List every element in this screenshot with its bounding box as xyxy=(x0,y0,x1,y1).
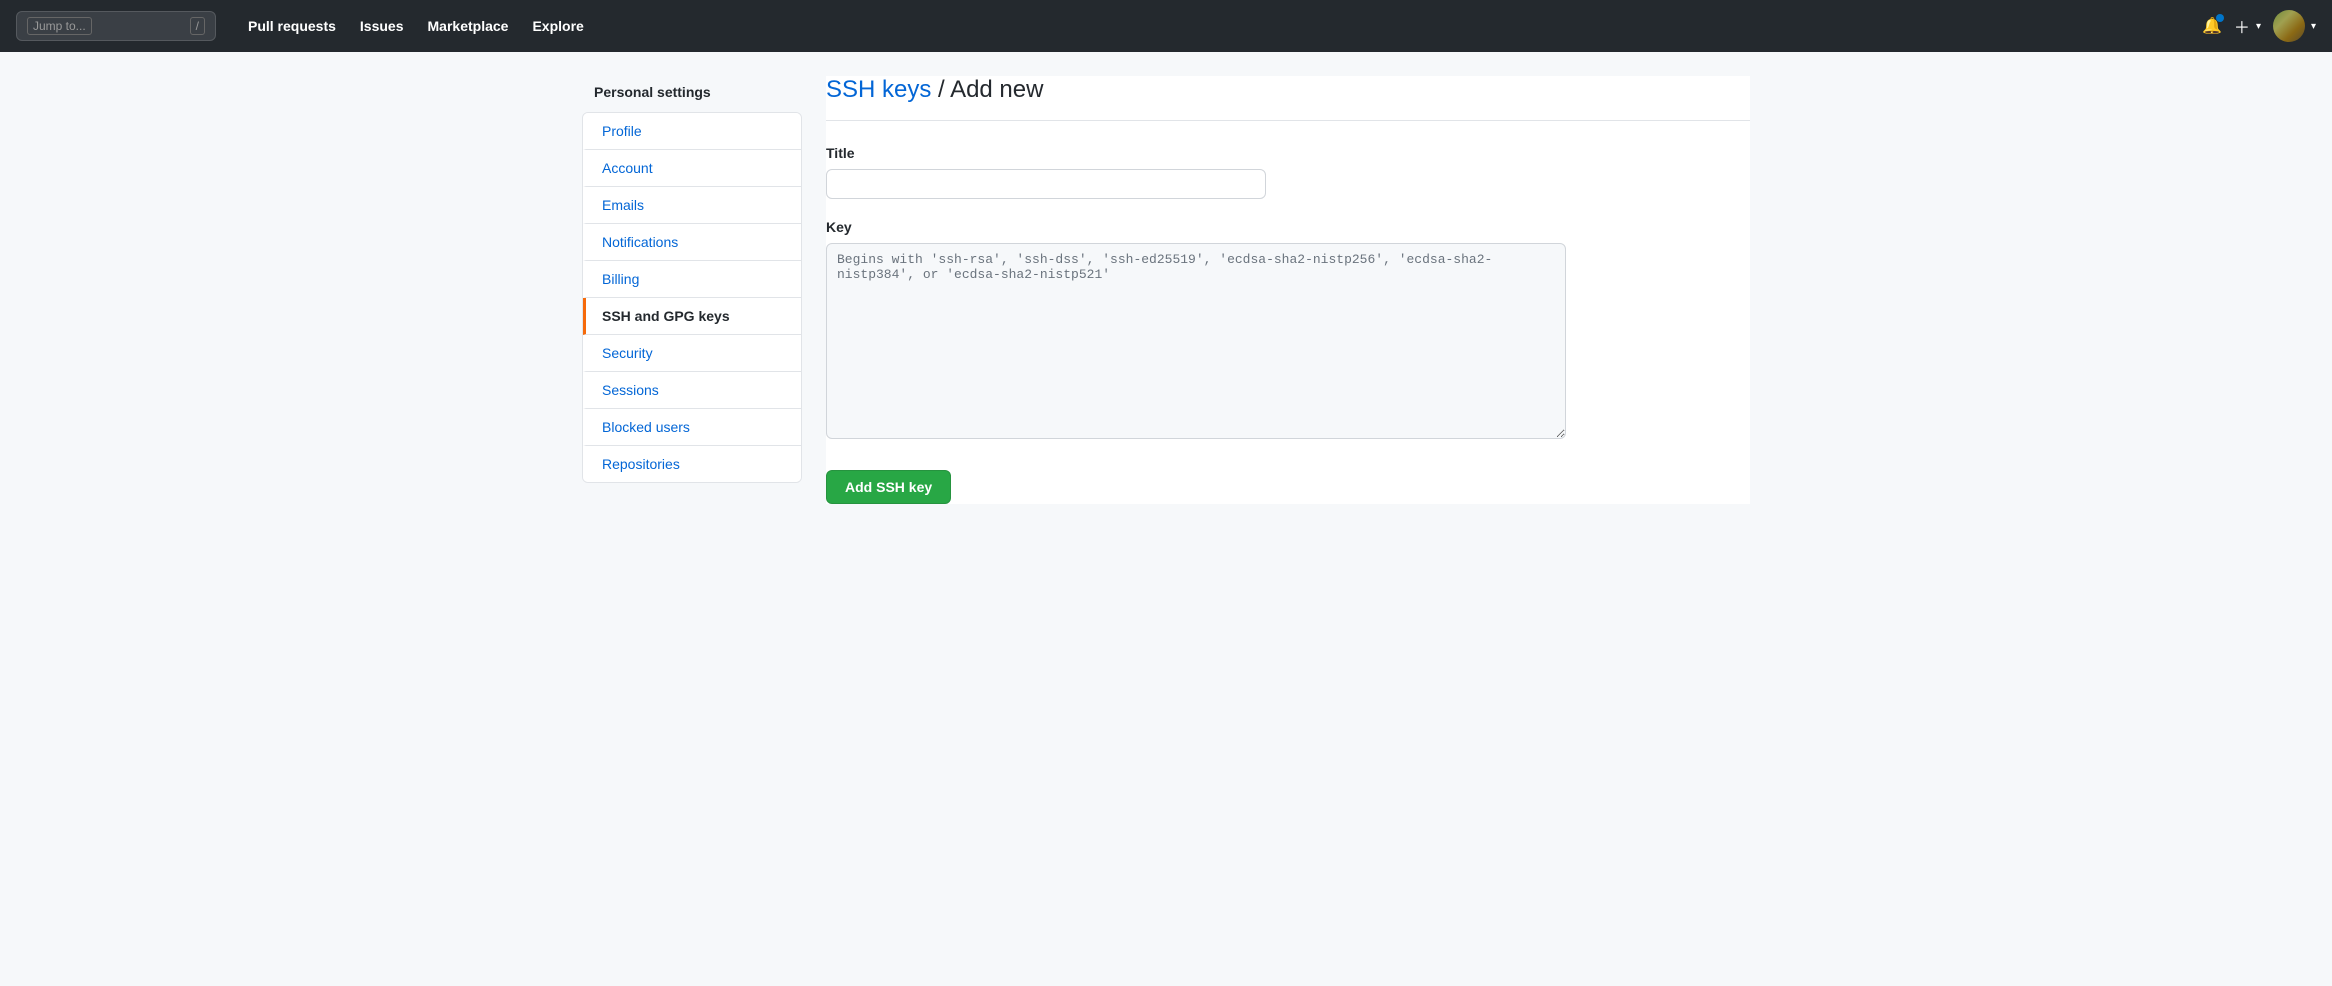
chevron-down-icon: ▾ xyxy=(2256,21,2261,32)
sidebar-item-account[interactable]: Account xyxy=(583,150,801,187)
sidebar-item-profile[interactable]: Profile xyxy=(583,113,801,150)
avatar xyxy=(2273,10,2305,42)
key-group: Key xyxy=(826,219,1750,442)
sidebar-item-security[interactable]: Security xyxy=(583,335,801,372)
navbar-right: 🔔 ＋ ▾ ▾ xyxy=(2202,10,2316,42)
title-input[interactable] xyxy=(826,169,1266,199)
marketplace-link[interactable]: Marketplace xyxy=(428,18,509,34)
pull-requests-link[interactable]: Pull requests xyxy=(248,18,336,34)
plus-icon: ＋ xyxy=(2234,14,2250,38)
explore-link[interactable]: Explore xyxy=(532,18,583,34)
search-box[interactable]: Jump to... / xyxy=(16,11,216,41)
add-ssh-key-button[interactable]: Add SSH key xyxy=(826,470,951,504)
breadcrumb-separator: / xyxy=(931,76,950,103)
navbar-links: Pull requests Issues Marketplace Explore xyxy=(240,18,584,34)
breadcrumb-current: Add new xyxy=(950,76,1043,103)
issues-link[interactable]: Issues xyxy=(360,18,404,34)
sidebar-item-emails[interactable]: Emails xyxy=(583,187,801,224)
title-label: Title xyxy=(826,145,1750,161)
sidebar-title: Personal settings xyxy=(582,76,802,112)
main-content: SSH keys / Add new Title Key Add SSH key xyxy=(826,76,1750,504)
page-layout: Personal settings Profile Account Emails… xyxy=(566,76,1766,504)
sidebar-item-sessions[interactable]: Sessions xyxy=(583,372,801,409)
search-placeholder: Jump to... xyxy=(27,17,92,35)
sidebar-item-ssh[interactable]: SSH and GPG keys xyxy=(583,298,801,335)
sidebar-item-billing[interactable]: Billing xyxy=(583,261,801,298)
title-group: Title xyxy=(826,145,1750,199)
new-menu-button[interactable]: ＋ ▾ xyxy=(2234,14,2261,38)
navbar: Jump to... / Pull requests Issues Market… xyxy=(0,0,2332,52)
key-textarea[interactable] xyxy=(826,243,1566,439)
sidebar-item-notifications[interactable]: Notifications xyxy=(583,224,801,261)
sidebar-nav: Profile Account Emails Notifications Bil… xyxy=(582,112,802,483)
user-menu-button[interactable]: ▾ xyxy=(2273,10,2316,42)
avatar-chevron-icon: ▾ xyxy=(2311,21,2316,32)
sidebar-item-repositories[interactable]: Repositories xyxy=(583,446,801,482)
notification-dot xyxy=(2216,14,2224,22)
breadcrumb-ssh-link[interactable]: SSH keys xyxy=(826,76,931,103)
key-label: Key xyxy=(826,219,1750,235)
search-shortcut-badge: / xyxy=(190,17,205,35)
sidebar: Personal settings Profile Account Emails… xyxy=(582,76,802,504)
page-header: SSH keys / Add new xyxy=(826,76,1750,121)
sidebar-item-blocked[interactable]: Blocked users xyxy=(583,409,801,446)
page-title: SSH keys / Add new xyxy=(826,76,1750,104)
notifications-button[interactable]: 🔔 xyxy=(2202,16,2222,36)
